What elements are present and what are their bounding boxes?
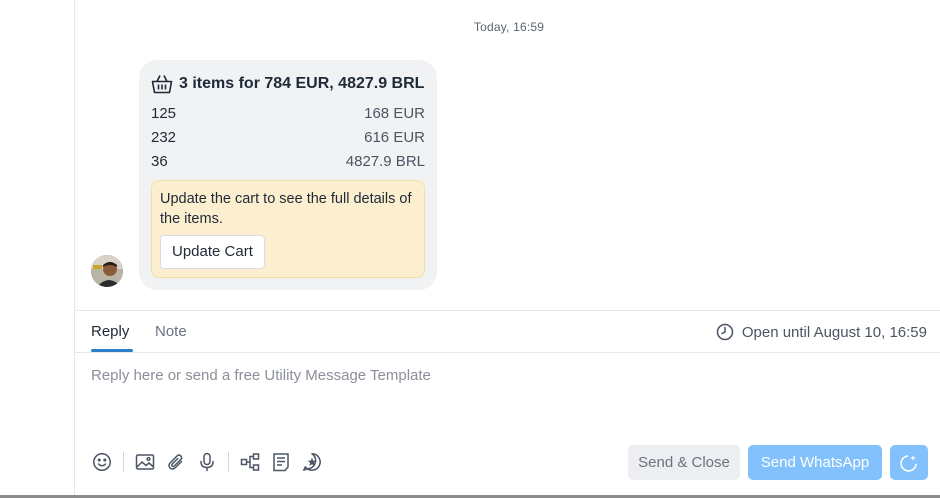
basket-icon — [151, 74, 173, 94]
composer-toolbar — [91, 450, 332, 474]
avatar[interactable] — [91, 255, 123, 287]
chat-page: Today, 16:59 3 items for 784 EUR, 4827.9… — [0, 0, 940, 498]
item-qty: 232 — [151, 129, 177, 146]
cart-title-text: 3 items for 784 EUR, 4827.9 BRL — [179, 75, 425, 92]
send-whatsapp-button[interactable]: Send WhatsApp — [748, 445, 882, 480]
item-price: 168 EUR — [364, 105, 425, 122]
item-price: 616 EUR — [364, 129, 425, 146]
active-tab-indicator — [91, 349, 133, 352]
ai-assist-button[interactable] — [890, 445, 928, 480]
cart-update-notice: Update the cart to see the full details … — [151, 180, 425, 278]
reply-composer: Reply Note Open until August 10, 16:59 R… — [75, 310, 940, 495]
template-icon[interactable] — [270, 451, 292, 473]
flow-icon[interactable] — [239, 451, 261, 473]
quick-reply-icon[interactable] — [301, 451, 323, 473]
cart-items-list: 125 168 EUR 232 616 EUR 36 4827.9 BRL — [151, 102, 425, 174]
tab-reply[interactable]: Reply — [91, 323, 129, 340]
composer-tabs: Reply Note Open until August 10, 16:59 — [75, 311, 940, 353]
open-until-text: Open until August 10, 16:59 — [741, 323, 927, 341]
left-panel — [0, 0, 75, 498]
session-window-status: Open until August 10, 16:59 — [716, 323, 927, 341]
toolbar-divider — [228, 452, 229, 472]
cart-message-bubble: 3 items for 784 EUR, 4827.9 BRL 125 168 … — [139, 60, 437, 290]
ai-assist-icon — [899, 453, 919, 473]
tab-note[interactable]: Note — [155, 323, 187, 340]
emoji-icon[interactable] — [91, 451, 113, 473]
attachment-icon[interactable] — [165, 451, 187, 473]
notice-text: Update the cart to see the full details … — [160, 191, 412, 227]
image-icon[interactable] — [134, 451, 156, 473]
send-and-close-button[interactable]: Send & Close — [628, 445, 740, 480]
microphone-icon[interactable] — [196, 451, 218, 473]
cart-title: 3 items for 784 EUR, 4827.9 BRL — [151, 74, 425, 94]
clock-icon — [716, 323, 734, 341]
list-item: 36 4827.9 BRL — [151, 150, 425, 174]
item-price: 4827.9 BRL — [345, 153, 425, 170]
reply-input[interactable] — [91, 367, 911, 384]
item-qty: 125 — [151, 105, 177, 122]
update-cart-button[interactable]: Update Cart — [160, 235, 265, 269]
toolbar-divider — [123, 452, 124, 472]
list-item: 232 616 EUR — [151, 126, 425, 150]
message-timestamp: Today, 16:59 — [473, 20, 545, 34]
item-qty: 36 — [151, 153, 168, 170]
list-item: 125 168 EUR — [151, 102, 425, 126]
